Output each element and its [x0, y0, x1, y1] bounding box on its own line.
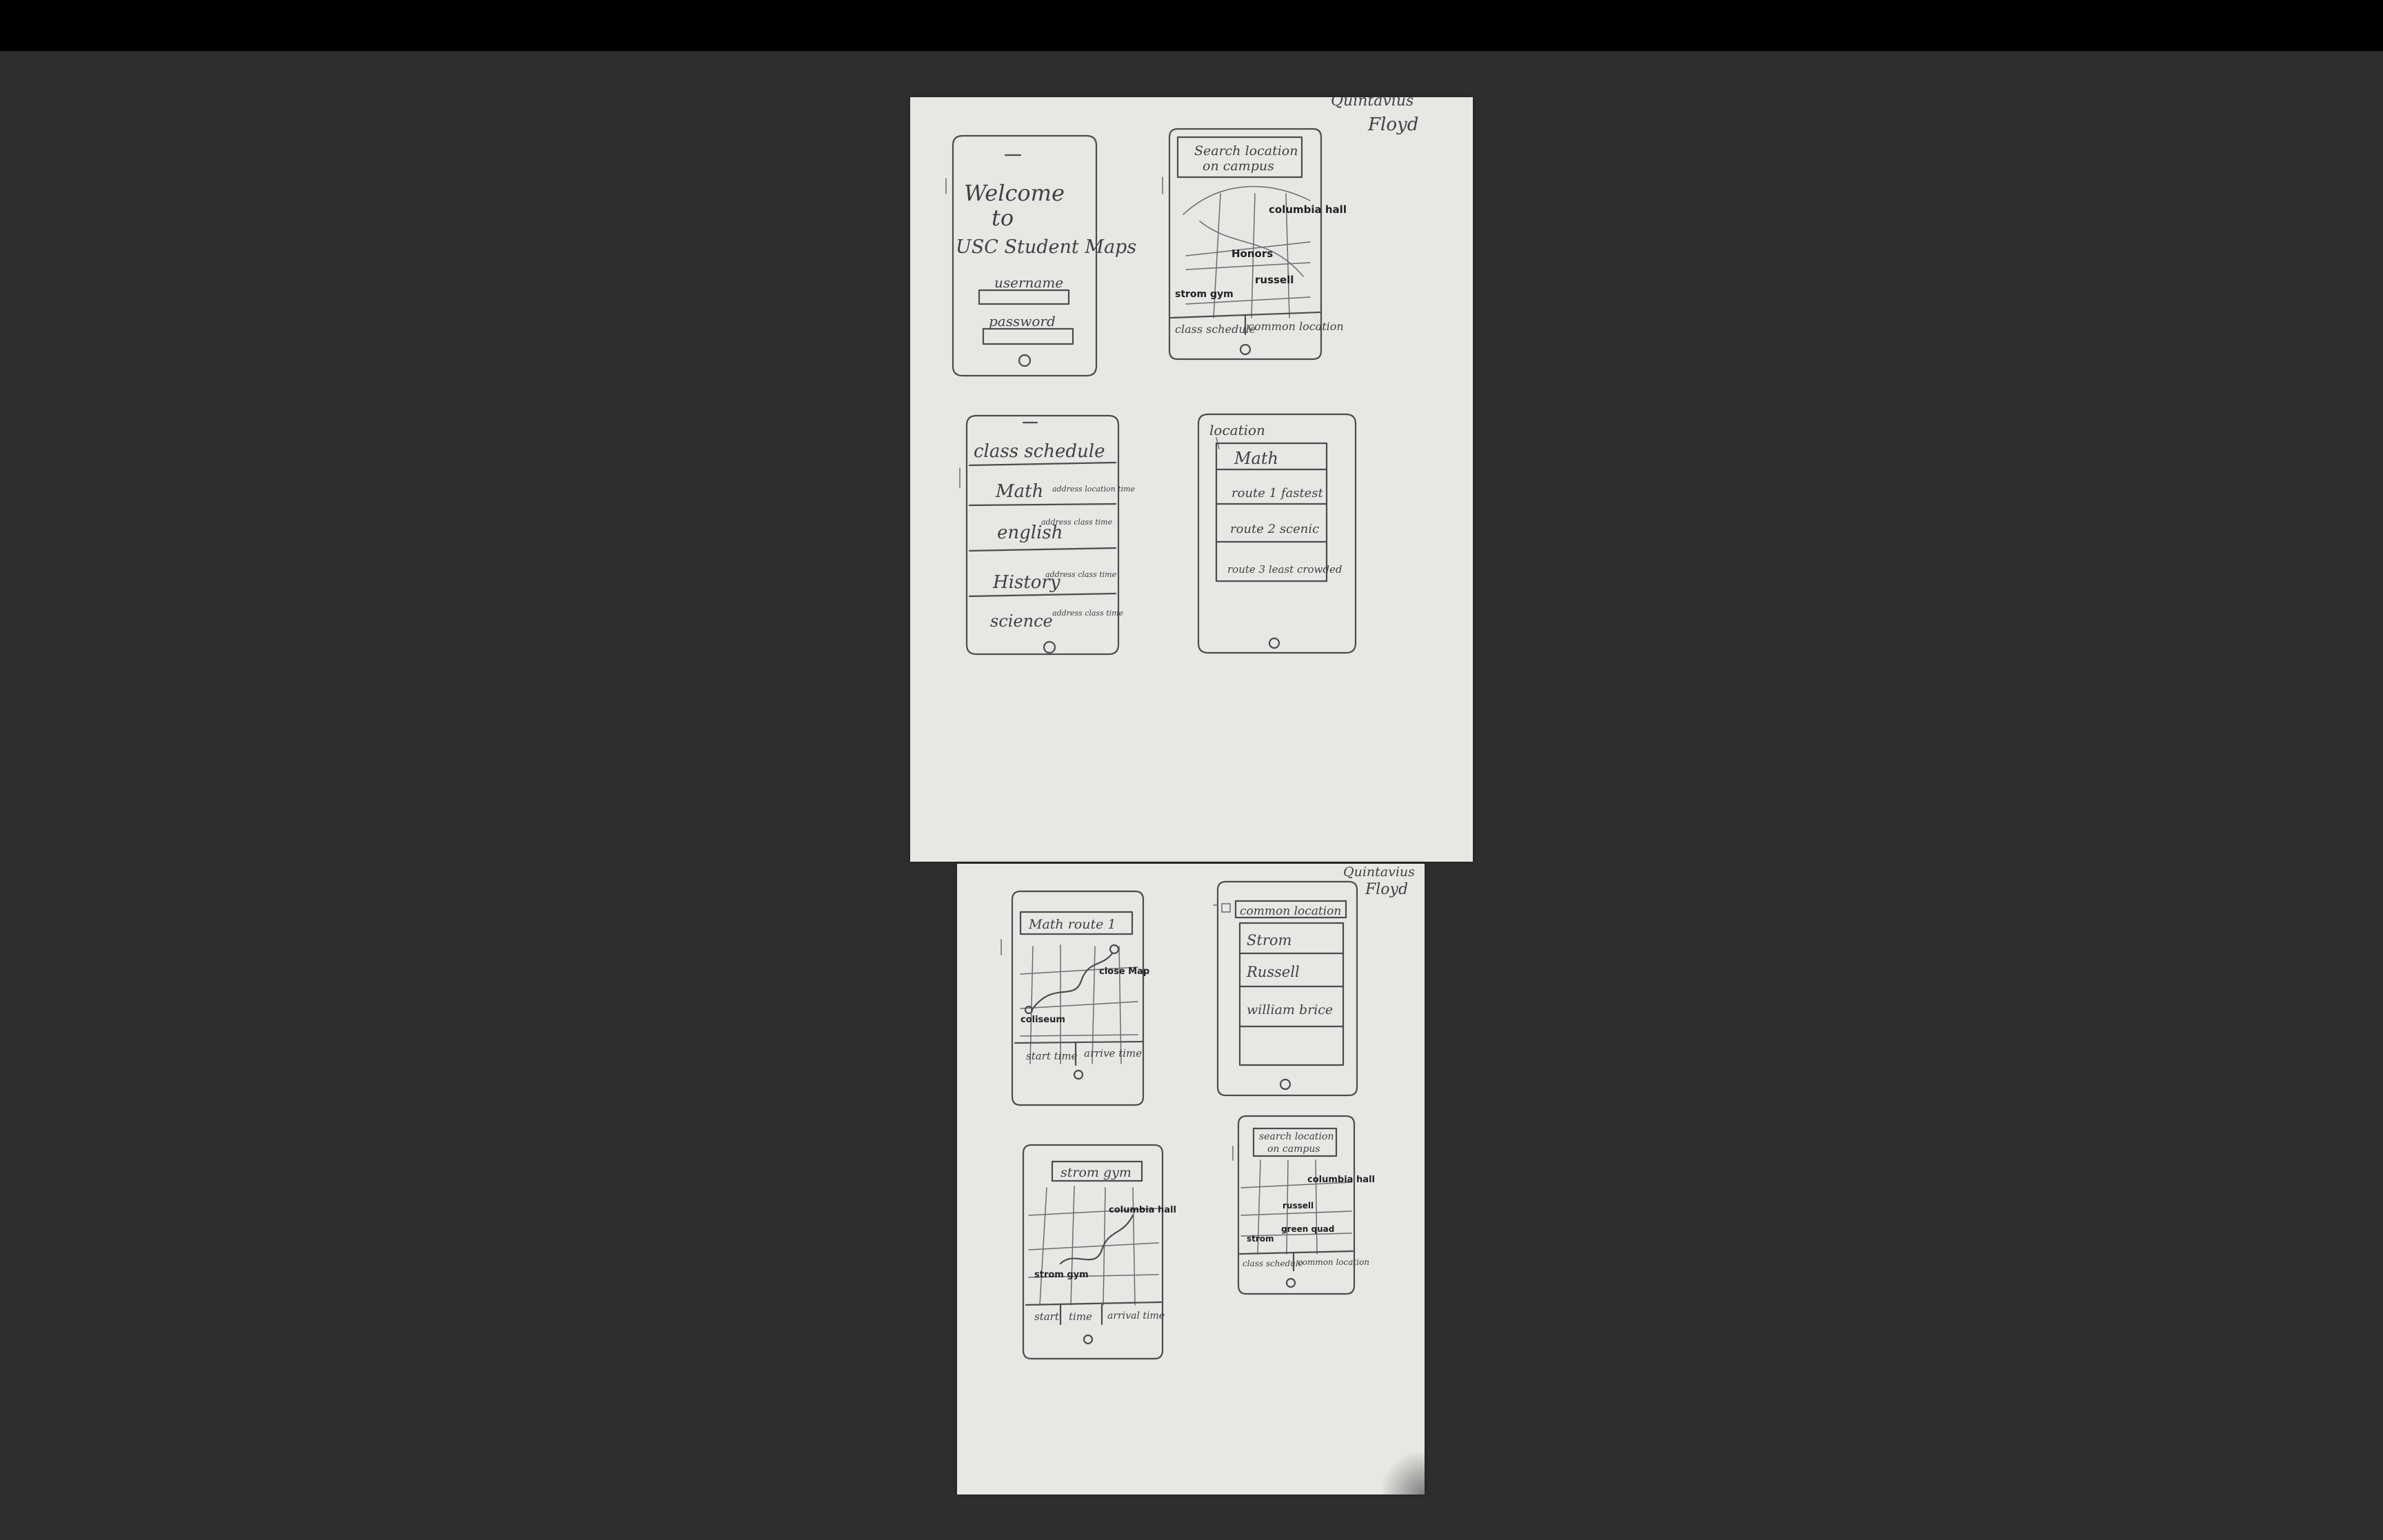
login-title-line-3: USC Student Maps	[956, 236, 1136, 258]
tab-arrive-time[interactable]: arrive time	[1084, 1047, 1142, 1060]
tab-common-location[interactable]: common location	[1248, 320, 1344, 333]
final-label-green-quad: green quad	[1281, 1224, 1334, 1234]
password-field[interactable]	[982, 327, 1074, 345]
schedule-row-math[interactable]: Math address location time	[995, 481, 1136, 502]
route-label-coliseum: coliseum	[1020, 1015, 1065, 1025]
strom-tab-arrival-time[interactable]: arrival time	[1107, 1310, 1165, 1321]
location-route-2[interactable]: route 2 scenic	[1230, 522, 1319, 536]
common-item-strom[interactable]: Strom	[1247, 932, 1291, 949]
svg-text:Math: Math	[995, 481, 1043, 502]
final-label-columbia: columbia hall	[1307, 1175, 1375, 1185]
common-location-title: common location	[1240, 904, 1341, 918]
login-title-line-1: Welcome	[964, 180, 1065, 206]
phone-common-location: common location Strom Russell william br…	[1213, 880, 1358, 1097]
svg-text:science: science	[990, 611, 1053, 631]
phone-strom-map: strom gym columbia hall strom gym start …	[1022, 1144, 1176, 1360]
final-tab-common-location[interactable]: common location	[1298, 1257, 1369, 1267]
location-item-math[interactable]: Math	[1234, 449, 1278, 468]
sheet-1-drawing: Quintavius Floyd Welcome to USC Student …	[945, 97, 1418, 656]
login-title-line-2: to	[992, 205, 1014, 231]
final-label-russell: russell	[1283, 1201, 1314, 1210]
phone-route-map: Math route 1 close Map coliseum start ti…	[1001, 890, 1149, 1106]
phone-map-final: search location on campus columbia hall …	[1232, 1115, 1375, 1295]
phone-location-routes: location Math route 1 fastest route 2 sc…	[1197, 413, 1357, 654]
location-route-3[interactable]: route 3 least crowded	[1227, 563, 1342, 576]
username-field[interactable]	[978, 289, 1070, 305]
map-search-line-2: on campus	[1203, 159, 1274, 174]
schedule-title: class schedule	[974, 441, 1105, 462]
svg-text:address class time: address class time	[1052, 609, 1124, 618]
svg-text:address class time: address class time	[1041, 518, 1113, 527]
svg-text:address class time: address class time	[1045, 570, 1117, 579]
location-title: location	[1209, 422, 1265, 438]
author-first-name: Quintavius	[1331, 97, 1414, 110]
strom-tab-start[interactable]: start	[1034, 1310, 1060, 1323]
map-label-strom: strom gym	[1175, 289, 1234, 300]
schedule-row-science[interactable]: science address class time	[990, 609, 1124, 631]
common-item-william-brice[interactable]: william brice	[1247, 1002, 1333, 1017]
password-label: password	[989, 313, 1056, 330]
username-label: username	[994, 274, 1063, 291]
final-search-line-1: search location	[1259, 1131, 1334, 1142]
paper-shadow	[1376, 1453, 1425, 1495]
route-search-text: Math route 1	[1028, 917, 1116, 932]
author-first-name-2: Quintavius	[1343, 864, 1415, 880]
strom-search-text: strom gym	[1060, 1165, 1132, 1180]
phone-class-schedule: class schedule Math address location tim…	[959, 414, 1136, 656]
top-bar	[0, 0, 2383, 51]
tab-class-schedule[interactable]: class schedule	[1175, 323, 1256, 336]
sketch-sheet-2: Quintavius Floyd Math route 1 close Map …	[957, 864, 1425, 1495]
phone-login: Welcome to USC Student Maps username pas…	[945, 134, 1136, 377]
sketch-sheet-1: Quintavius Floyd Welcome to USC Student …	[910, 97, 1473, 862]
svg-text:address location time: address location time	[1052, 485, 1136, 494]
strom-tab-time[interactable]: time	[1069, 1310, 1092, 1323]
common-item-russell[interactable]: Russell	[1246, 964, 1300, 980]
map-search-line-1: Search location	[1194, 143, 1298, 159]
map-label-columbia: columbia hall	[1269, 203, 1347, 216]
map-label-honors: Honors	[1231, 247, 1273, 260]
sheet-2-drawing: Quintavius Floyd Math route 1 close Map …	[1001, 864, 1415, 1360]
location-route-1[interactable]: route 1 fastest	[1231, 486, 1324, 500]
strom-label-strom: strom gym	[1034, 1270, 1089, 1280]
schedule-row-english[interactable]: english address class time	[997, 518, 1113, 543]
author-last-name: Floyd	[1367, 114, 1418, 135]
author-last-name-2: Floyd	[1365, 881, 1408, 898]
schedule-row-history[interactable]: History address class time	[992, 570, 1117, 593]
strom-label-columbia: columbia hall	[1109, 1205, 1176, 1215]
route-label-close-map[interactable]: close Map	[1099, 966, 1149, 977]
final-search-line-2: on campus	[1267, 1144, 1320, 1155]
final-label-strom: strom	[1247, 1234, 1274, 1244]
map-label-russell: russell	[1255, 274, 1294, 286]
final-tab-class-schedule[interactable]: class schedule	[1243, 1259, 1303, 1268]
tab-start-time[interactable]: start time	[1026, 1050, 1078, 1062]
phone-map-home: Search location on campus columbia hall …	[1162, 128, 1347, 361]
